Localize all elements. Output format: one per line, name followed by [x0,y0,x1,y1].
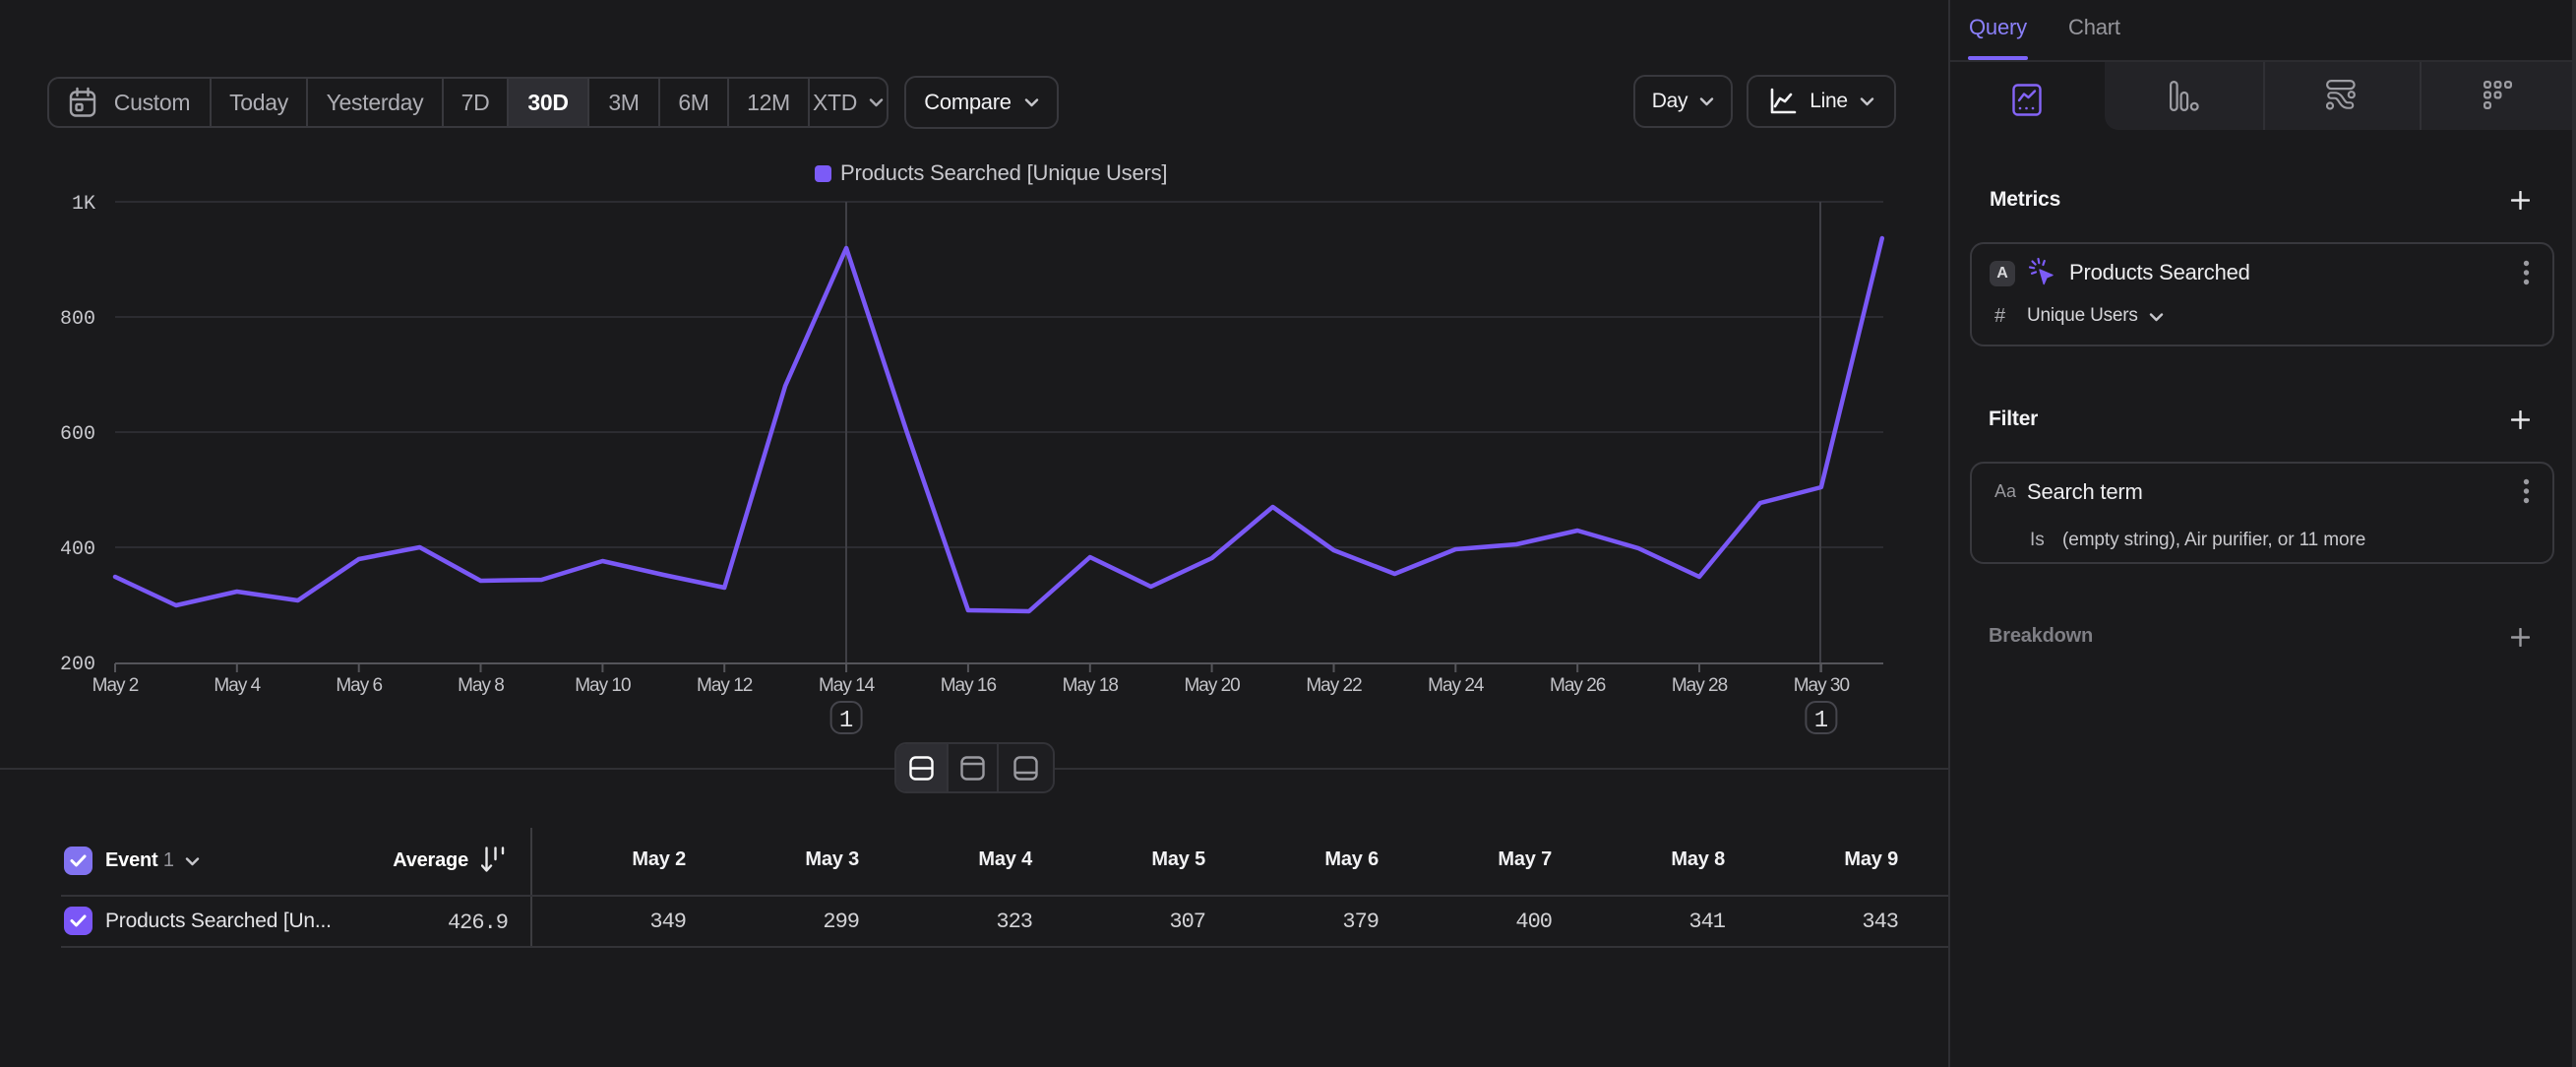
svg-text:May 26: May 26 [1550,675,1606,696]
svg-text:May 30: May 30 [1794,675,1850,696]
svg-text:May 28: May 28 [1672,675,1728,696]
svg-text:May 22: May 22 [1306,675,1362,696]
svg-text:May 16: May 16 [941,675,997,696]
svg-text:May 18: May 18 [1063,675,1119,696]
svg-text:1K: 1K [72,193,95,216]
svg-text:May 6: May 6 [336,675,382,696]
svg-text:May 8: May 8 [458,675,504,696]
svg-text:600: 600 [60,423,95,446]
svg-text:May 20: May 20 [1184,675,1240,696]
svg-text:200: 200 [60,654,95,676]
svg-text:800: 800 [60,308,95,331]
svg-text:May 12: May 12 [697,675,753,696]
svg-text:1: 1 [1814,708,1828,734]
svg-text:May 4: May 4 [214,675,261,696]
svg-text:400: 400 [60,538,95,561]
svg-text:May 14: May 14 [819,675,876,696]
svg-text:May 10: May 10 [575,675,631,696]
svg-text:1: 1 [839,708,853,734]
svg-text:May 24: May 24 [1428,675,1485,696]
svg-text:May 2: May 2 [92,675,139,696]
